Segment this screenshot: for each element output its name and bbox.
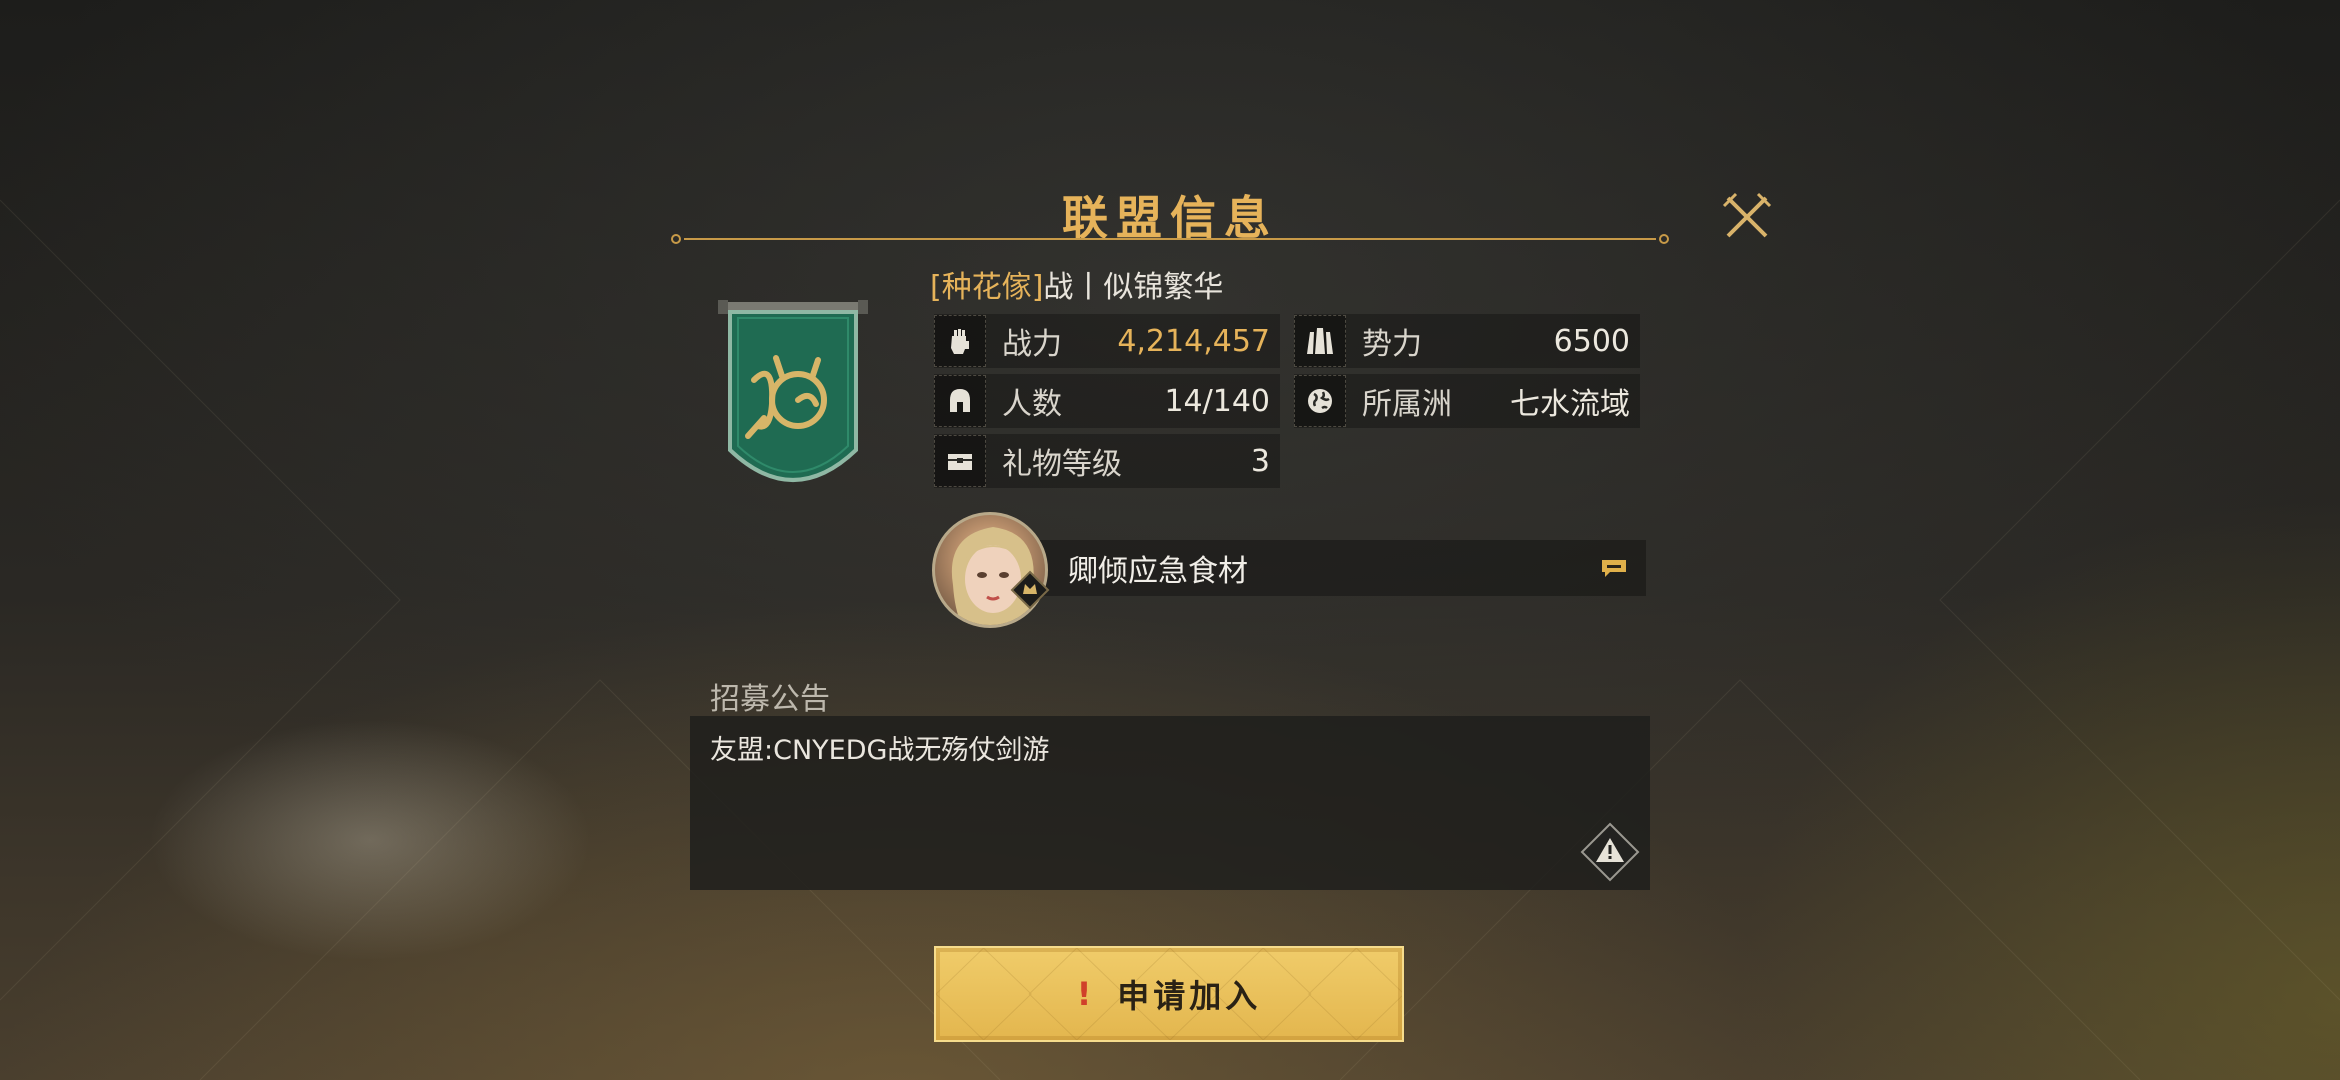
- report-warning-icon[interactable]: [1580, 822, 1640, 882]
- stat-region: 所属洲 七水流域: [1294, 374, 1640, 428]
- fortress-icon: [1294, 315, 1346, 367]
- chat-icon[interactable]: [1600, 558, 1628, 578]
- guild-title: 战丨似锦繁华: [1043, 270, 1224, 305]
- stat-members-value: 14/140: [1164, 383, 1270, 419]
- stat-gift-level: 礼物等级 3: [934, 434, 1280, 488]
- apply-join-label: 申请加入: [1117, 977, 1262, 1015]
- alert-icon: !: [1076, 975, 1092, 1013]
- helmet-icon: [934, 375, 986, 427]
- fist-icon: [934, 315, 986, 367]
- leader-bar[interactable]: 卿倾应急食材: [1040, 540, 1646, 596]
- alliance-banner-icon: [718, 300, 868, 482]
- stat-gift-level-value: 3: [1250, 443, 1270, 479]
- stat-members-label: 人数: [1002, 387, 1062, 422]
- stat-influence-label: 势力: [1362, 327, 1422, 362]
- close-icon[interactable]: [1720, 190, 1774, 244]
- guild-name: [种花傢]战丨似锦繁华: [930, 262, 1223, 306]
- leader-name: 卿倾应急食材: [1068, 554, 1248, 589]
- stat-influence: 势力 6500: [1294, 314, 1640, 368]
- recruit-text: 友盟:CNYEDG战无殇仗剑游: [710, 735, 1050, 766]
- stat-influence-value: 6500: [1553, 323, 1630, 359]
- stat-region-label: 所属洲: [1362, 387, 1452, 422]
- guild-tag: [种花傢]: [930, 270, 1044, 305]
- leader-badge-icon: [1010, 570, 1050, 610]
- stat-region-value: 七水流域: [1510, 387, 1630, 422]
- recruit-notice-box: 友盟:CNYEDG战无殇仗剑游: [690, 716, 1650, 890]
- stat-power-value: 4,214,457: [1117, 323, 1270, 359]
- stat-power-label: 战力: [1002, 327, 1062, 362]
- apply-join-button[interactable]: ! 申请加入: [934, 946, 1404, 1042]
- chest-icon: [934, 435, 986, 487]
- stat-members: 人数 14/140: [934, 374, 1280, 428]
- title-divider: [671, 234, 1669, 244]
- recruit-label: 招募公告: [710, 682, 830, 717]
- globe-icon: [1294, 375, 1346, 427]
- stat-gift-level-label: 礼物等级: [1002, 447, 1122, 482]
- stat-power: 战力 4,214,457: [934, 314, 1280, 368]
